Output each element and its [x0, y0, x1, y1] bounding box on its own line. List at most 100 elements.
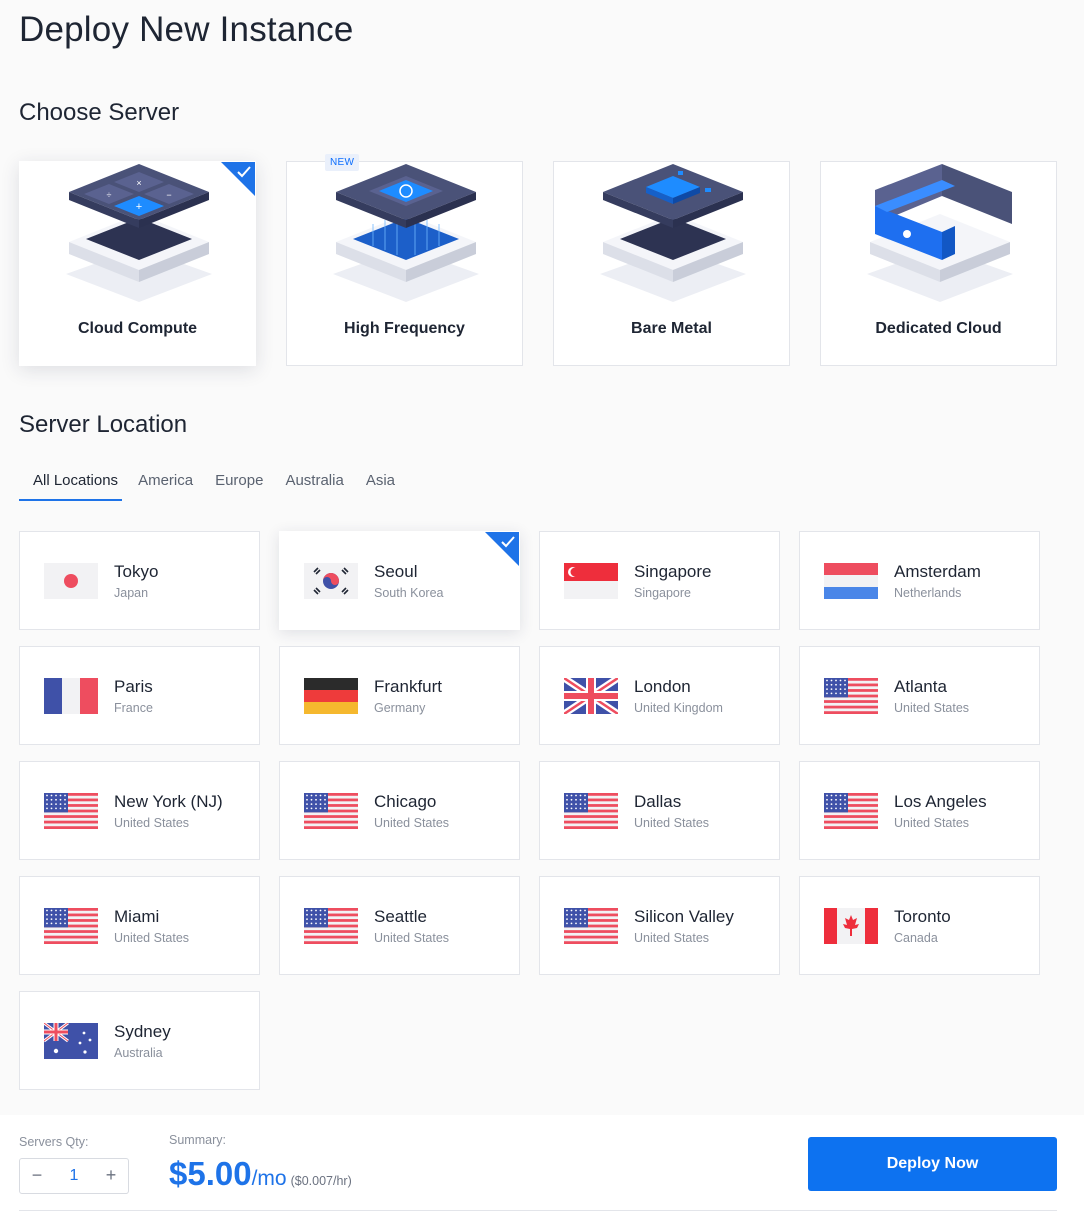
location-city: Amsterdam	[894, 562, 981, 581]
server-type-list: × + − ÷ Cloud Compute NEW High Frequency…	[19, 154, 1059, 366]
location-country: United States	[374, 931, 450, 945]
cloud-compute-icon: × + − ÷	[66, 164, 212, 302]
flag-jp-icon	[44, 563, 98, 599]
flag-ca-icon	[824, 908, 878, 944]
location-card-atlanta[interactable]: Atlanta United States	[799, 646, 1040, 745]
location-card-tokyo[interactable]: Tokyo Japan	[19, 531, 260, 630]
decrement-button[interactable]: −	[20, 1159, 54, 1193]
location-card-chicago[interactable]: Chicago United States	[279, 761, 520, 860]
location-country: United States	[894, 816, 970, 830]
price-amount: $5.00	[169, 1155, 252, 1192]
location-city: Sydney	[114, 1022, 171, 1041]
flag-us-icon	[564, 793, 618, 829]
location-city: New York (NJ)	[114, 792, 223, 811]
svg-text:÷: ÷	[107, 190, 112, 200]
location-tabs: All Locations America Europe Australia A…	[19, 464, 407, 502]
footer-bar: Servers Qty: − 1 + Summary: $5.00/mo ($0.…	[0, 1115, 1084, 1225]
flag-us-icon	[304, 908, 358, 944]
location-card-frankfurt[interactable]: Frankfurt Germany	[279, 646, 520, 745]
location-country: United States	[374, 816, 450, 830]
location-card-seattle[interactable]: Seattle United States	[279, 876, 520, 975]
location-country: Canada	[894, 931, 938, 945]
flag-us-icon	[824, 793, 878, 829]
svg-text:−: −	[166, 190, 171, 200]
servers-qty-label: Servers Qty:	[19, 1135, 89, 1149]
deploy-now-button[interactable]: Deploy Now	[808, 1137, 1057, 1191]
location-city: Seattle	[374, 907, 427, 926]
tab-asia[interactable]: Asia	[356, 464, 405, 501]
location-card-los-angeles[interactable]: Los Angeles United States	[799, 761, 1040, 860]
svg-text:+: +	[136, 201, 142, 213]
tab-australia[interactable]: Australia	[275, 464, 353, 501]
flag-us-icon	[44, 908, 98, 944]
server-card-label: Dedicated Cloud	[875, 320, 1002, 337]
location-card-paris[interactable]: Paris France	[19, 646, 260, 745]
flag-nl-icon	[824, 563, 878, 599]
location-card-miami[interactable]: Miami United States	[19, 876, 260, 975]
price-period: /mo	[251, 1167, 287, 1190]
location-card-dallas[interactable]: Dallas United States	[539, 761, 780, 860]
summary-label: Summary:	[169, 1133, 226, 1147]
server-card-label: Cloud Compute	[77, 320, 198, 337]
location-card-amsterdam[interactable]: Amsterdam Netherlands	[799, 531, 1040, 630]
server-card-cloud-compute[interactable]: × + − ÷ Cloud Compute	[19, 161, 256, 366]
location-country: Netherlands	[894, 586, 962, 600]
flag-us-icon	[824, 678, 878, 714]
location-card-london[interactable]: London United Kingdom	[539, 646, 780, 745]
location-city: Silicon Valley	[634, 907, 734, 926]
location-country: Australia	[114, 1046, 163, 1060]
dedicated-cloud-icon	[867, 164, 1013, 302]
tab-america[interactable]: America	[128, 464, 203, 501]
location-card-silicon-valley[interactable]: Silicon Valley United States	[539, 876, 780, 975]
page-title: Deploy New Instance	[19, 10, 354, 49]
location-card-singapore[interactable]: Singapore Singapore	[539, 531, 780, 630]
flag-gb-icon	[564, 678, 618, 714]
tab-europe[interactable]: Europe	[205, 464, 273, 501]
flag-de-icon	[304, 678, 358, 714]
server-card-label: High Frequency	[344, 320, 465, 337]
location-country: Germany	[374, 701, 426, 715]
server-card-dedicated-cloud[interactable]: Dedicated Cloud	[820, 161, 1057, 366]
svg-text:×: ×	[136, 178, 141, 188]
location-country: United States	[114, 931, 190, 945]
flag-us-icon	[44, 793, 98, 829]
flag-us-icon	[304, 793, 358, 829]
price-summary: $5.00/mo ($0.007/hr)	[169, 1155, 352, 1193]
location-country: South Korea	[374, 586, 444, 600]
server-location-heading: Server Location	[19, 411, 188, 438]
location-city: Atlanta	[894, 677, 947, 696]
location-city: Los Angeles	[894, 792, 987, 811]
flag-au-icon	[44, 1023, 98, 1059]
bare-metal-icon	[600, 164, 746, 302]
tab-all-locations[interactable]: All Locations	[19, 464, 123, 501]
location-country: France	[114, 701, 153, 715]
location-card-toronto[interactable]: Toronto Canada	[799, 876, 1040, 975]
location-city: Paris	[114, 677, 153, 696]
location-city: Frankfurt	[374, 677, 443, 696]
flag-us-icon	[564, 908, 618, 944]
location-country: United States	[634, 816, 710, 830]
location-card-seoul[interactable]: Seoul South Korea	[279, 531, 520, 630]
location-country: United States	[114, 816, 190, 830]
location-country: Japan	[114, 586, 149, 600]
flag-sg-icon	[564, 563, 618, 599]
location-country: United States	[894, 701, 970, 715]
quantity-value[interactable]: 1	[54, 1159, 94, 1193]
increment-button[interactable]: +	[94, 1159, 128, 1193]
location-city: Chicago	[374, 792, 437, 811]
selected-check-icon	[485, 532, 519, 566]
location-country: United Kingdom	[634, 701, 723, 715]
divider	[19, 1210, 1057, 1211]
flag-kr-icon	[304, 563, 358, 599]
price-hourly: ($0.007/hr)	[290, 1174, 352, 1188]
location-city: Toronto	[894, 907, 951, 926]
server-card-high-frequency[interactable]: NEW High Frequency	[286, 154, 523, 366]
location-city: Dallas	[634, 792, 682, 811]
location-card-sydney[interactable]: Sydney Australia	[19, 991, 260, 1090]
server-card-bare-metal[interactable]: Bare Metal	[553, 161, 790, 366]
location-country: United States	[634, 931, 710, 945]
high-frequency-icon	[333, 164, 479, 302]
server-card-label: Bare Metal	[631, 320, 712, 337]
location-card-new-york-nj[interactable]: New York (NJ) United States	[19, 761, 260, 860]
choose-server-heading: Choose Server	[19, 99, 180, 126]
